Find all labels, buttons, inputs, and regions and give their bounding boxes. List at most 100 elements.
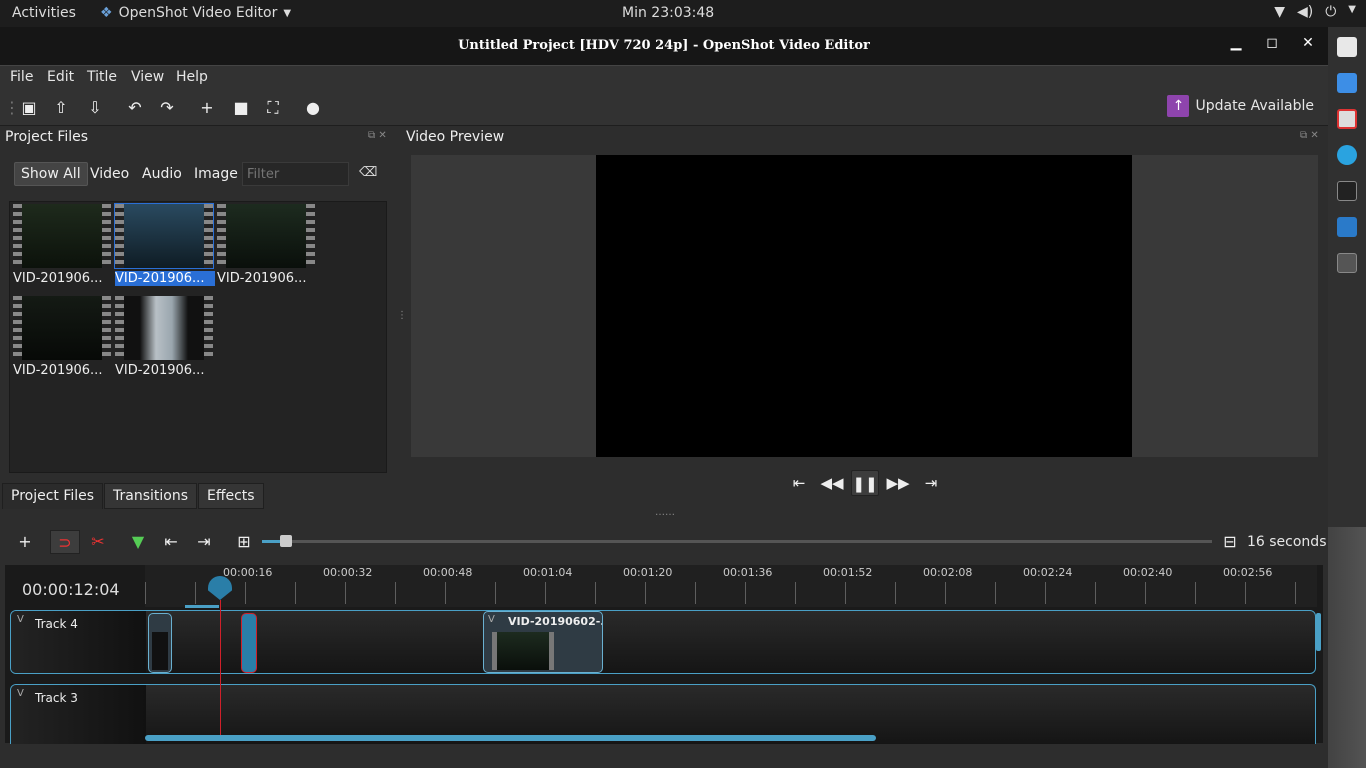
timeline-clip[interactable] bbox=[148, 613, 172, 673]
power-icon: ⏻ bbox=[1325, 4, 1337, 20]
next-marker-icon[interactable]: ⇥ bbox=[192, 530, 216, 554]
filter-show-all[interactable]: Show All bbox=[14, 162, 88, 186]
timeline-transition[interactable] bbox=[241, 613, 257, 673]
system-tray[interactable]: ▼ ◀) ⏻ ▼ bbox=[1274, 4, 1356, 20]
file-name-selected[interactable]: VID-201906... bbox=[115, 271, 215, 286]
docs-app-icon[interactable] bbox=[1337, 73, 1357, 93]
file-thumbnail[interactable] bbox=[217, 204, 315, 268]
zoom-level-label: 16 seconds bbox=[1247, 534, 1327, 550]
file-name[interactable]: VID-201906... bbox=[13, 363, 113, 378]
ruler-tick-label: 00:02:56 bbox=[1223, 566, 1273, 579]
filter-input[interactable] bbox=[242, 162, 349, 186]
activities-button[interactable]: Activities bbox=[12, 5, 76, 21]
clip-menu-icon[interactable]: V bbox=[488, 614, 495, 625]
terminal-app-icon[interactable] bbox=[1337, 181, 1357, 201]
jump-to-end-icon[interactable]: ⇥ bbox=[917, 470, 945, 496]
files-app-icon[interactable] bbox=[1337, 37, 1357, 57]
update-label: Update Available bbox=[1195, 98, 1314, 114]
menu-view[interactable]: View bbox=[131, 69, 164, 85]
tab-effects[interactable]: Effects bbox=[198, 483, 264, 509]
panel-splitter-handle[interactable]: ⋮ bbox=[397, 310, 407, 321]
chevron-down-icon: ▼ bbox=[283, 7, 292, 19]
pause-button[interactable]: ❚❚ bbox=[851, 470, 879, 496]
undo-icon[interactable]: ↶ bbox=[124, 97, 146, 119]
file-thumbnail[interactable] bbox=[13, 296, 111, 360]
track-header[interactable] bbox=[11, 685, 146, 744]
menu-file[interactable]: File bbox=[10, 69, 33, 85]
zoom-in-icon[interactable]: ⊞ bbox=[232, 530, 256, 554]
export-video-icon[interactable]: ● bbox=[302, 97, 324, 119]
file-name[interactable]: VID-201906... bbox=[115, 363, 215, 378]
file-name[interactable]: VID-201906... bbox=[217, 271, 317, 286]
zoom-slider-handle[interactable] bbox=[280, 535, 292, 547]
update-arrow-icon: ↑ bbox=[1167, 95, 1190, 117]
import-files-icon[interactable]: + bbox=[196, 97, 218, 119]
ruler-tick-label: 00:00:16 bbox=[223, 566, 273, 579]
clear-filter-icon[interactable]: ⌫ bbox=[359, 165, 377, 181]
system-top-bar: Activities ❖ OpenShot Video Editor ▼ Min… bbox=[0, 0, 1366, 27]
fast-forward-icon[interactable]: ▶▶ bbox=[884, 470, 912, 496]
jump-to-start-icon[interactable]: ⇤ bbox=[785, 470, 813, 496]
track-4[interactable]: V Track 4 V VID-20190602-... bbox=[10, 610, 1316, 674]
maximize-button[interactable]: ◻ bbox=[1262, 35, 1282, 55]
add-track-icon[interactable]: + bbox=[13, 530, 37, 554]
file-thumbnail-selected[interactable] bbox=[114, 203, 214, 269]
clip-thumbnail bbox=[152, 632, 168, 670]
vscode-app-icon[interactable] bbox=[1337, 217, 1357, 237]
zoom-slider-track[interactable] bbox=[262, 540, 1212, 543]
new-project-icon[interactable]: ▣ bbox=[18, 97, 40, 119]
file-thumbnail[interactable] bbox=[115, 296, 213, 360]
ruler-tick-label: 00:01:20 bbox=[623, 566, 673, 579]
ruler-tick-label: 00:01:04 bbox=[523, 566, 573, 579]
minimize-button[interactable]: ▁ bbox=[1226, 35, 1246, 55]
toolbar-handle[interactable]: ⋮ bbox=[4, 97, 20, 119]
clock[interactable]: Min 23:03:48 bbox=[622, 5, 714, 21]
timeline-vertical-scrollbar[interactable] bbox=[1316, 613, 1321, 651]
previous-marker-icon[interactable]: ⇤ bbox=[159, 530, 183, 554]
filter-video[interactable]: Video bbox=[84, 162, 135, 186]
tab-transitions[interactable]: Transitions bbox=[104, 483, 197, 509]
dock-resize-handle[interactable]: …… bbox=[655, 507, 675, 518]
snapping-toggle-icon[interactable]: ⊃ bbox=[50, 530, 80, 554]
chevron-down-icon: ▼ bbox=[1348, 4, 1356, 15]
track-menu-icon[interactable]: V bbox=[17, 614, 24, 625]
choose-profile-icon[interactable]: ■ bbox=[229, 97, 253, 119]
video-preview-canvas[interactable] bbox=[596, 155, 1132, 457]
main-toolbar: ⋮ ▣ ⇧ ⇩ ↶ ↷ + ■ ⛶ ● ↑ Update Available bbox=[0, 89, 1328, 126]
openshot-dock-icon[interactable] bbox=[1337, 253, 1357, 273]
track-header[interactable] bbox=[11, 611, 146, 673]
project-files-title: Project Files bbox=[5, 129, 89, 145]
tab-project-files[interactable]: Project Files bbox=[2, 483, 104, 509]
file-name[interactable]: VID-201906... bbox=[13, 271, 113, 286]
recorder-app-icon[interactable] bbox=[1337, 109, 1357, 129]
track-name: Track 4 bbox=[35, 617, 78, 631]
file-thumbnail[interactable] bbox=[13, 204, 111, 268]
save-project-icon[interactable]: ⇩ bbox=[84, 97, 106, 119]
menu-title[interactable]: Title bbox=[87, 69, 117, 85]
panel-float-close-icons[interactable]: ⧉ ✕ bbox=[368, 130, 387, 141]
telegram-app-icon[interactable] bbox=[1337, 145, 1357, 165]
track-menu-icon[interactable]: V bbox=[17, 688, 24, 699]
menu-edit[interactable]: Edit bbox=[47, 69, 74, 85]
ruler-tick-label: 00:00:48 bbox=[423, 566, 473, 579]
update-available-button[interactable]: ↑ Update Available bbox=[1167, 95, 1314, 117]
window-title-bar: Untitled Project [HDV 720 24p] - OpenSho… bbox=[0, 27, 1328, 65]
filter-image[interactable]: Image bbox=[188, 162, 244, 186]
ruler-tick-label: 00:02:08 bbox=[923, 566, 973, 579]
ruler-tick-label: 00:01:36 bbox=[723, 566, 773, 579]
menu-help[interactable]: Help bbox=[176, 69, 208, 85]
redo-icon[interactable]: ↷ bbox=[156, 97, 178, 119]
add-marker-icon[interactable]: ▼ bbox=[126, 530, 150, 554]
razor-tool-icon[interactable]: ✂ bbox=[86, 530, 110, 554]
zoom-slider-fill bbox=[262, 540, 282, 543]
open-project-icon[interactable]: ⇧ bbox=[50, 97, 72, 119]
fullscreen-icon[interactable]: ⛶ bbox=[262, 97, 284, 119]
panel-float-close-icons[interactable]: ⧉ ✕ bbox=[1300, 130, 1319, 141]
filter-audio[interactable]: Audio bbox=[136, 162, 188, 186]
rewind-icon[interactable]: ◀◀ bbox=[818, 470, 846, 496]
close-button[interactable]: ✕ bbox=[1298, 35, 1318, 55]
timeline-horizontal-scrollbar[interactable] bbox=[145, 735, 876, 741]
timeline-clip[interactable]: V VID-20190602-... bbox=[483, 611, 603, 673]
app-menu[interactable]: ❖ OpenShot Video Editor ▼ bbox=[100, 5, 291, 21]
zoom-out-icon[interactable]: ⊟ bbox=[1218, 530, 1242, 554]
